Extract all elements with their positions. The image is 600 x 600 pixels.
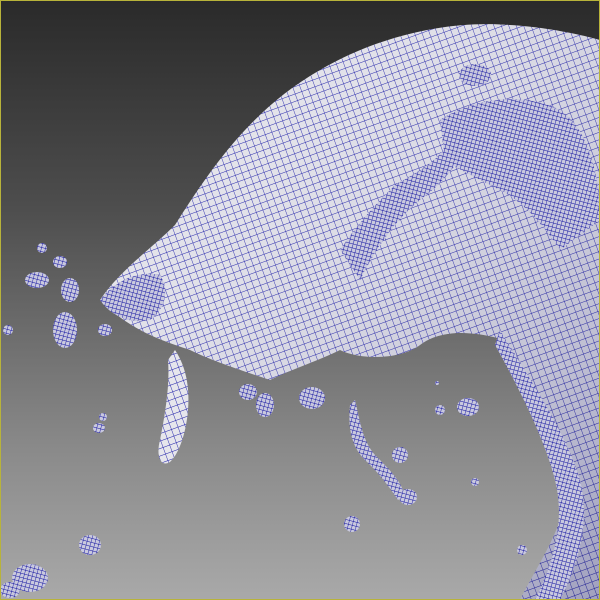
splash-mesh-render <box>0 24 600 600</box>
splash-rim-left <box>100 273 166 322</box>
splash-tendril <box>158 350 189 464</box>
3d-viewport[interactable] <box>0 0 600 600</box>
